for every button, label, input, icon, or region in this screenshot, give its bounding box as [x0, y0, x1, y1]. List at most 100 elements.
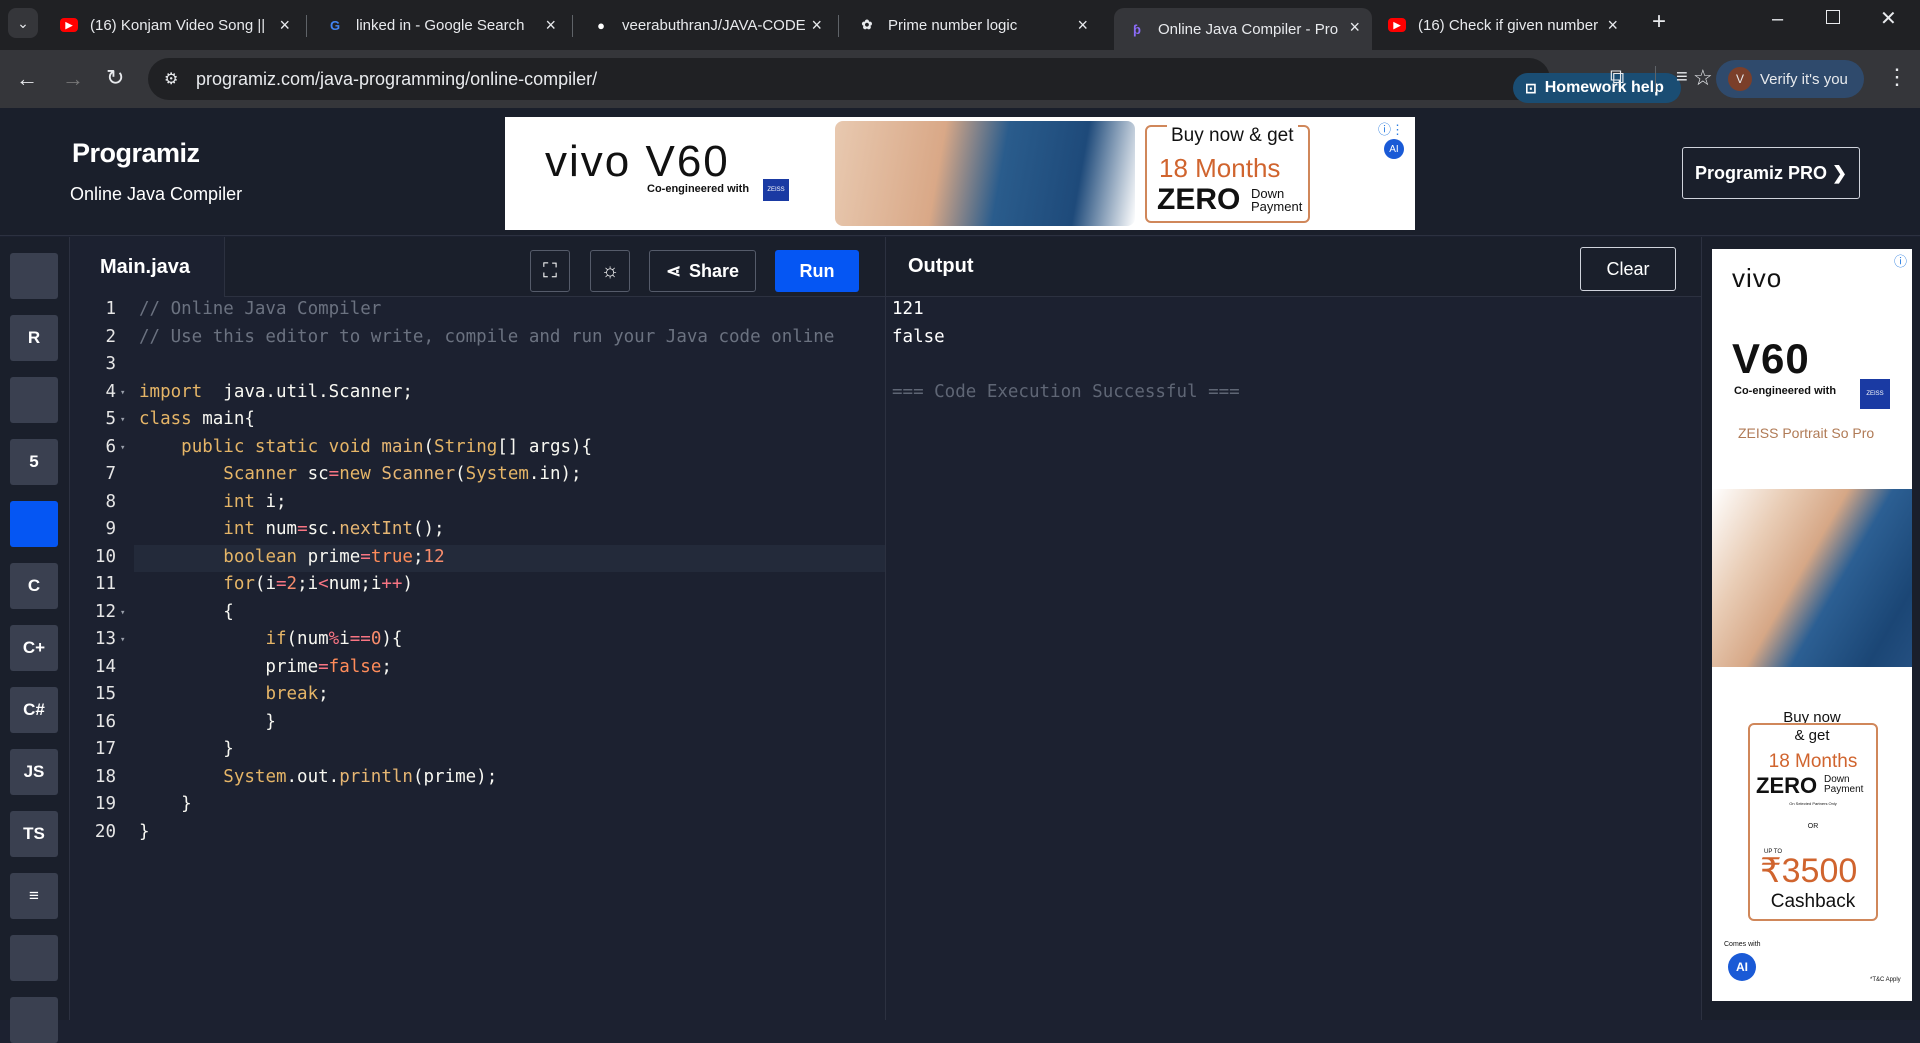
- media-controls-icon[interactable]: ≡: [1676, 66, 1688, 88]
- code-line[interactable]: // Online Java Compiler: [139, 299, 381, 319]
- site-info-icon[interactable]: ⚙: [164, 69, 178, 89]
- language-button-java[interactable]: [10, 501, 58, 547]
- youtube-icon: ▶: [1388, 18, 1406, 32]
- browser-tab-title: veerabuthranJ/JAVA-CODE: [622, 16, 806, 34]
- code-token: ;: [412, 546, 424, 567]
- code-line[interactable]: }: [139, 739, 234, 759]
- language-button-rust[interactable]: [10, 997, 58, 1043]
- close-tab-icon[interactable]: ×: [279, 15, 290, 36]
- fold-toggle-icon[interactable]: ▾: [120, 635, 125, 645]
- language-button-r[interactable]: R: [10, 315, 58, 361]
- tab-search-button[interactable]: ⌄: [8, 8, 38, 38]
- code-line[interactable]: Scanner sc=new Scanner(System.in);: [139, 464, 581, 484]
- extensions-icon[interactable]: ⧉: [1610, 66, 1624, 88]
- code-line[interactable]: prime=false;: [139, 657, 391, 677]
- code-line[interactable]: }: [139, 822, 150, 842]
- restore-button[interactable]: [1826, 10, 1840, 24]
- clear-button[interactable]: Clear: [1580, 247, 1676, 291]
- code-token: }: [139, 821, 150, 842]
- ad-offer-box: Buy now & get 18 Months ZERO Down Payment: [1145, 125, 1310, 223]
- side-phone-image: [1712, 489, 1912, 667]
- close-tab-icon[interactable]: ×: [1607, 15, 1618, 36]
- new-tab-button[interactable]: +: [1652, 8, 1666, 36]
- line-number: 13: [94, 629, 116, 649]
- file-tab-main-java[interactable]: Main.java: [70, 237, 225, 297]
- language-button-python[interactable]: [10, 253, 58, 299]
- language-button-go[interactable]: ≡: [10, 873, 58, 919]
- close-window-button[interactable]: ✕: [1880, 6, 1897, 31]
- bookmark-star-icon[interactable]: ☆: [1693, 65, 1713, 91]
- code-token: // Online Java Compiler: [139, 299, 382, 319]
- share-button[interactable]: ⋖ Share: [649, 250, 756, 292]
- url-text[interactable]: programiz.com/java-programming/online-co…: [196, 69, 597, 90]
- profile-verify-button[interactable]: V Verify it's you: [1716, 60, 1864, 98]
- programiz-pro-button[interactable]: Programiz PRO ❯: [1682, 147, 1860, 199]
- run-button[interactable]: Run: [775, 250, 859, 292]
- theme-toggle-button[interactable]: ☼: [590, 250, 630, 292]
- language-button-c[interactable]: C: [10, 563, 58, 609]
- chrome-menu-icon[interactable]: ⋮: [1886, 66, 1908, 88]
- forward-icon[interactable]: →: [62, 68, 84, 90]
- output-line: false: [892, 326, 945, 347]
- side-advertisement[interactable]: vivo ⓘ⋮ V60 Co-engineered with ZEISS ZEI…: [1712, 249, 1912, 1001]
- code-line[interactable]: break;: [139, 684, 328, 704]
- language-button-swift[interactable]: [10, 935, 58, 981]
- side-adchoices-icon[interactable]: ⓘ⋮: [1894, 251, 1912, 270]
- browser-tab[interactable]: ▶ (16) Check if given number ×: [1374, 6, 1630, 44]
- close-tab-icon[interactable]: ×: [811, 15, 822, 36]
- language-button-sql[interactable]: [10, 377, 58, 423]
- code-token: for: [223, 574, 255, 594]
- minimize-button[interactable]: –: [1772, 8, 1783, 31]
- browser-tab[interactable]: ● veerabuthranJ/JAVA-CODE ×: [578, 6, 834, 44]
- adchoices-icon[interactable]: ⓘ⋮: [1378, 119, 1404, 138]
- line-number: 19: [94, 794, 116, 814]
- top-advertisement[interactable]: vivo V60 Co-engineered with ZEISS Buy no…: [505, 117, 1415, 230]
- code-line[interactable]: System.out.println(prime);: [139, 767, 497, 787]
- code-token: Scanner: [223, 464, 298, 484]
- fold-toggle-icon[interactable]: ▾: [120, 388, 125, 398]
- browser-tab[interactable]: Glinked in - Google Search ×: [312, 6, 568, 44]
- close-tab-icon[interactable]: ×: [545, 15, 556, 36]
- code-line[interactable]: int i;: [139, 492, 286, 512]
- code-line[interactable]: for(i=2;i<num;i++): [139, 574, 413, 594]
- browser-tab[interactable]: ▶ (16) Konjam Video Song || ×: [46, 6, 302, 44]
- code-line[interactable]: import java.util.Scanner;: [139, 382, 413, 402]
- language-button-ts[interactable]: TS: [10, 811, 58, 857]
- language-button-html[interactable]: 5: [10, 439, 58, 485]
- code-token: .out.: [286, 766, 340, 787]
- code-line[interactable]: class main{: [139, 409, 255, 429]
- code-line[interactable]: if(num%i==0){: [139, 629, 402, 649]
- back-icon[interactable]: ←: [16, 68, 38, 90]
- code-area[interactable]: 1 // Online Java Compiler 2 // Use this edi…: [70, 297, 885, 1020]
- fold-toggle-icon[interactable]: ▾: [120, 415, 125, 425]
- line-number: 10: [94, 546, 116, 567]
- code-line[interactable]: }: [139, 712, 276, 732]
- fold-toggle-icon[interactable]: ▾: [120, 443, 125, 453]
- close-tab-icon[interactable]: ×: [1077, 15, 1088, 36]
- line-number: 6: [105, 436, 116, 457]
- code-editor-panel: Main.java ⛶ ☼ ⋖ Share Run 1 // Online Jav…: [70, 237, 885, 1020]
- fold-toggle-icon[interactable]: ▾: [120, 608, 125, 618]
- language-button-js[interactable]: JS: [10, 749, 58, 795]
- language-button-csharp[interactable]: C#: [10, 687, 58, 733]
- ad-offer-down-payment: Down Payment: [1251, 186, 1303, 214]
- browser-tab[interactable]: ✿ Prime number logic ×: [844, 6, 1100, 44]
- browser-tab-title: linked in - Google Search: [356, 16, 525, 34]
- language-button-cpp[interactable]: C+: [10, 625, 58, 671]
- phone-image: [835, 121, 1135, 226]
- code-line[interactable]: }: [139, 794, 192, 814]
- code-line[interactable]: // Use this editor to write, compile and…: [139, 327, 834, 347]
- browser-tab[interactable]: ƥ Online Java Compiler - Pro ×: [1114, 8, 1372, 50]
- reload-icon[interactable]: ↻: [106, 67, 124, 89]
- programiz-logo[interactable]: Programiz: [72, 138, 200, 169]
- code-line[interactable]: int num=sc.nextInt();: [139, 519, 444, 539]
- code-line[interactable]: {: [139, 602, 234, 622]
- code-token: break: [265, 684, 319, 704]
- address-bar[interactable]: ⚙ programiz.com/java-programming/online-…: [148, 58, 1713, 103]
- code-line[interactable]: public static void main(String[] args){: [139, 437, 592, 457]
- code-line[interactable]: boolean prime=true;12: [139, 546, 444, 567]
- close-tab-icon[interactable]: ×: [1349, 17, 1360, 38]
- fullscreen-button[interactable]: ⛶: [530, 250, 570, 292]
